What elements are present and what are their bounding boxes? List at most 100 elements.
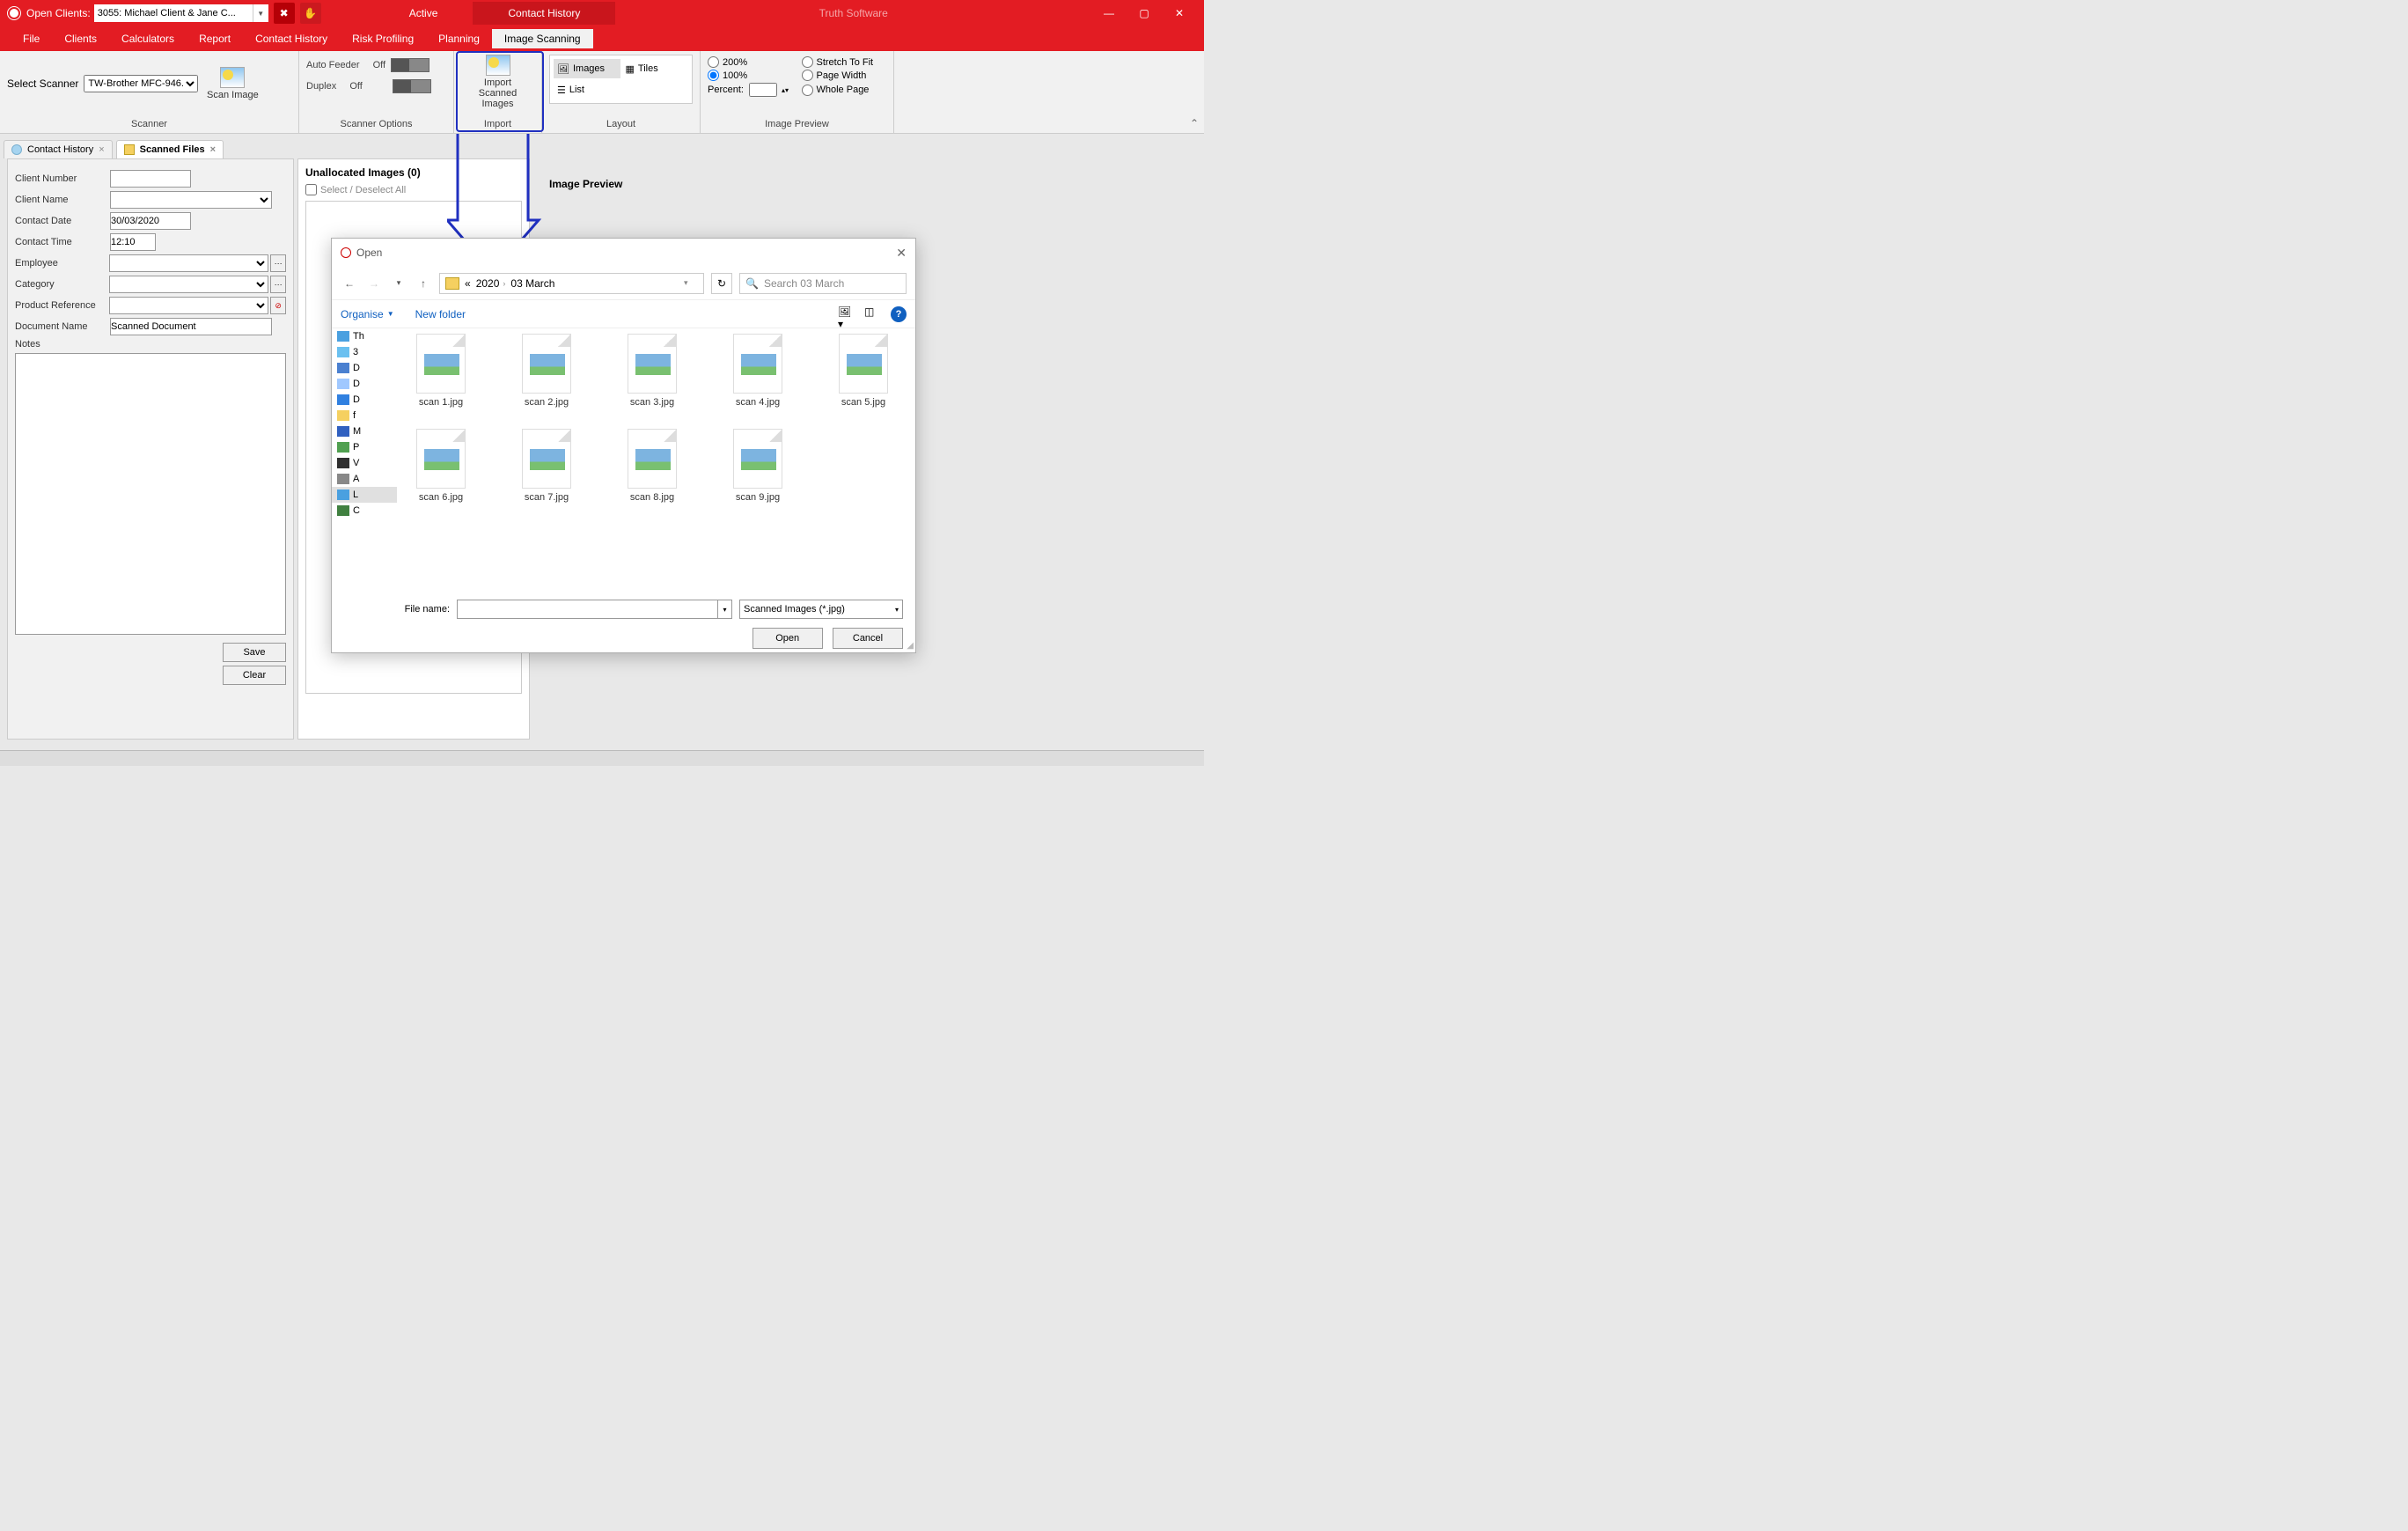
pictures-icon [337, 442, 349, 453]
auto-feeder-toggle[interactable] [391, 58, 429, 72]
ribbon: Select Scanner TW-Brother MFC-946... Sca… [0, 51, 1204, 134]
open-clients-dropdown[interactable]: ▼ [94, 4, 268, 22]
tab-contact-history-top[interactable]: Contact History [473, 2, 615, 25]
file-name-input[interactable] [457, 600, 718, 619]
product-ref-select[interactable] [109, 297, 269, 314]
zoom-100[interactable]: 100% [708, 70, 793, 81]
file-item[interactable]: scan 7.jpg [511, 429, 582, 503]
nav-forward-icon[interactable]: → [365, 277, 383, 290]
select-all-checkbox[interactable] [305, 184, 317, 195]
window-close-button[interactable]: ✕ [1162, 0, 1197, 26]
menu-report[interactable]: Report [187, 29, 243, 48]
whole-page[interactable]: Whole Page [802, 83, 887, 97]
menu-calculators[interactable]: Calculators [109, 29, 187, 48]
file-thumbnail [522, 334, 571, 394]
organise-menu[interactable]: Organise ▼ [341, 308, 394, 320]
tab-scanned-files[interactable]: Scanned Files× [116, 140, 224, 158]
import-scanned-images-button[interactable]: Import Scanned Images [469, 55, 527, 109]
collapse-ribbon-icon[interactable]: ⌃ [1190, 117, 1199, 129]
dropdown-button[interactable]: ▼ [253, 4, 268, 22]
new-folder-button[interactable]: New folder [415, 308, 466, 320]
view-mode-button[interactable]: 🖼▾ [838, 305, 855, 323]
file-type-filter[interactable]: Scanned Images (*.jpg)▾ [739, 600, 903, 619]
file-name: scan 1.jpg [419, 397, 463, 408]
file-item[interactable]: scan 3.jpg [617, 334, 687, 408]
file-item[interactable]: scan 1.jpg [406, 334, 476, 408]
layout-list[interactable]: ☰List [554, 80, 620, 99]
dialog-cancel-button[interactable]: Cancel [833, 628, 903, 649]
file-thumbnail [839, 334, 888, 394]
file-item[interactable]: scan 4.jpg [723, 334, 793, 408]
file-item[interactable]: scan 5.jpg [828, 334, 899, 408]
close-client-button[interactable]: ✖ [274, 3, 295, 24]
refresh-button[interactable]: ↻ [711, 273, 732, 294]
category-more-button[interactable]: ··· [270, 276, 286, 293]
list-icon: ☰ [557, 85, 566, 96]
folder-tree[interactable]: Th 3 D D D f M P V A L C [332, 328, 397, 593]
file-name: scan 6.jpg [419, 492, 463, 503]
employee-more-button[interactable]: ··· [270, 254, 286, 272]
file-item[interactable]: scan 6.jpg [406, 429, 476, 503]
layout-tiles[interactable]: ▦Tiles [622, 59, 689, 78]
save-button[interactable]: Save [223, 643, 286, 662]
search-input[interactable]: 🔍Search 03 March [739, 273, 907, 294]
percent-input[interactable] [749, 83, 777, 97]
menu-file[interactable]: File [11, 29, 52, 48]
menu-planning[interactable]: Planning [426, 29, 492, 48]
file-thumbnail [628, 334, 677, 394]
menu-contact-history[interactable]: Contact History [243, 29, 340, 48]
page-width[interactable]: Page Width [802, 70, 887, 81]
tab-contact-history[interactable]: Contact History× [4, 140, 113, 158]
contact-date-input[interactable] [110, 212, 191, 230]
scanner-dropdown[interactable]: TW-Brother MFC-946... [84, 75, 198, 92]
dialog-open-button[interactable]: Open [752, 628, 823, 649]
folder-icon [124, 144, 135, 155]
menu-clients[interactable]: Clients [52, 29, 109, 48]
path-dropdown-icon[interactable]: ▾ [684, 278, 698, 288]
file-name-dropdown[interactable]: ▾ [718, 600, 732, 619]
nav-up-icon[interactable]: ↑ [415, 277, 432, 290]
clear-button[interactable]: Clear [223, 666, 286, 685]
hand-icon[interactable]: ✋ [300, 3, 321, 24]
contact-time-input[interactable] [110, 233, 156, 251]
minimize-button[interactable]: — [1091, 0, 1127, 26]
file-item[interactable]: scan 8.jpg [617, 429, 687, 503]
open-clients-value[interactable] [94, 4, 253, 22]
file-name: scan 2.jpg [525, 397, 569, 408]
client-number-input[interactable] [110, 170, 191, 188]
tab-active[interactable]: Active [374, 2, 474, 25]
duplex-toggle[interactable] [393, 79, 431, 93]
category-select[interactable] [109, 276, 269, 293]
stretch-fit[interactable]: Stretch To Fit [802, 56, 887, 68]
close-icon[interactable]: × [99, 144, 104, 155]
image-preview-header: Image Preview [549, 178, 622, 190]
dialog-close-button[interactable]: ✕ [896, 246, 907, 261]
nav-recent-icon[interactable]: ▾ [390, 278, 407, 288]
resize-handle[interactable]: ◢ [907, 641, 914, 651]
file-item[interactable]: scan 2.jpg [511, 334, 582, 408]
zoom-200[interactable]: 200% [708, 56, 793, 68]
layout-group-label: Layout [549, 117, 693, 129]
file-item[interactable]: scan 9.jpg [723, 429, 793, 503]
preview-pane-button[interactable]: ◫ [864, 305, 882, 323]
desktop-icon [337, 363, 349, 373]
menu-risk-profiling[interactable]: Risk Profiling [340, 29, 426, 48]
search-icon: 🔍 [745, 277, 759, 290]
menu-image-scanning[interactable]: Image Scanning [492, 29, 593, 48]
client-name-select[interactable] [110, 191, 272, 209]
layout-images[interactable]: 🖼Images [554, 59, 620, 78]
employee-select[interactable] [109, 254, 269, 272]
close-icon[interactable]: × [210, 144, 216, 155]
notes-textarea[interactable] [15, 353, 286, 635]
product-ref-clear-button[interactable]: ⊘ [270, 297, 286, 314]
objects-icon [337, 347, 349, 357]
breadcrumb[interactable]: « 2020› 03 March ▾ [439, 273, 704, 294]
open-file-dialog: Open ✕ ← → ▾ ↑ « 2020› 03 March ▾ ↻ 🔍Sea… [331, 238, 916, 653]
help-icon[interactable]: ? [891, 306, 907, 322]
scan-image-button[interactable]: Scan Image [203, 67, 261, 100]
nav-back-icon[interactable]: ← [341, 277, 358, 290]
maximize-button[interactable]: ▢ [1127, 0, 1162, 26]
form-panel: Client Number Client Name Contact Date C… [7, 158, 294, 740]
document-name-input[interactable] [110, 318, 272, 335]
folder-icon [445, 277, 459, 290]
